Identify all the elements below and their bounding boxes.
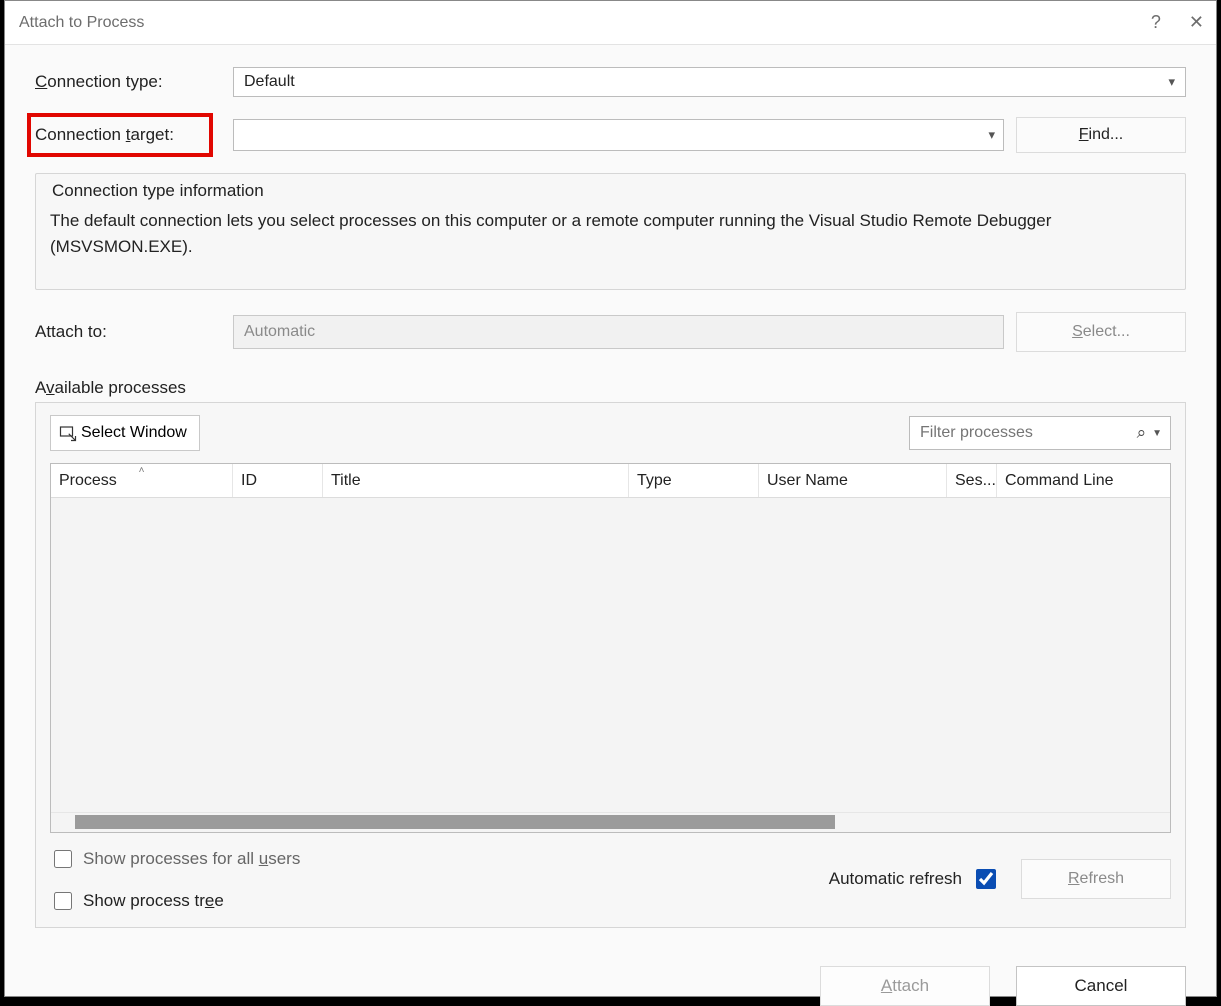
info-legend: Connection type information: [50, 181, 1171, 201]
dialog-buttons: Attach Cancel: [5, 960, 1216, 1006]
filter-processes-box[interactable]: ⌕ ▼: [909, 416, 1171, 450]
col-title[interactable]: Title: [323, 464, 629, 497]
automatic-refresh-label: Automatic refresh: [829, 869, 962, 889]
col-process[interactable]: Process ˄: [51, 464, 233, 497]
connection-target-combo[interactable]: ▾: [233, 119, 1004, 151]
table-body: [51, 498, 1170, 812]
col-command-line[interactable]: Command Line: [997, 464, 1170, 497]
automatic-refresh-checkbox[interactable]: [976, 869, 996, 889]
select-window-button[interactable]: Select Window: [50, 415, 200, 451]
show-process-tree-input[interactable]: [54, 892, 72, 910]
attach-to-process-dialog: Attach to Process ? ✕ Connection type: D…: [4, 0, 1217, 997]
filter-processes-input[interactable]: [918, 423, 1137, 443]
chevron-down-icon: ▾: [1168, 74, 1175, 90]
window-title: Attach to Process: [19, 14, 144, 32]
col-id[interactable]: ID: [233, 464, 323, 497]
attach-to-label: Attach to:: [35, 322, 233, 342]
table-header: Process ˄ ID Title Type User Name Ses...…: [51, 464, 1170, 498]
cancel-button[interactable]: Cancel: [1016, 966, 1186, 1006]
connection-target-label: Connection target:: [35, 113, 233, 157]
scrollbar-thumb[interactable]: [75, 815, 835, 829]
select-window-icon: [59, 424, 77, 442]
horizontal-scrollbar[interactable]: [51, 812, 1170, 832]
process-table[interactable]: Process ˄ ID Title Type User Name Ses...…: [50, 463, 1171, 833]
chevron-down-icon: ▾: [988, 127, 995, 143]
search-icon[interactable]: ⌕: [1137, 423, 1147, 443]
select-button[interactable]: Select...: [1016, 312, 1186, 352]
attach-to-field: Automatic: [233, 315, 1004, 349]
titlebar-controls: ? ✕: [1151, 12, 1204, 33]
sort-asc-icon: ˄: [139, 465, 145, 476]
attach-to-value: Automatic: [244, 323, 315, 341]
filter-dropdown-icon[interactable]: ▼: [1152, 428, 1162, 439]
refresh-button[interactable]: Refresh: [1021, 859, 1171, 899]
connection-type-info-group: Connection type information The default …: [35, 173, 1186, 290]
attach-button[interactable]: Attach: [820, 966, 990, 1006]
help-icon[interactable]: ?: [1151, 12, 1161, 33]
col-session[interactable]: Ses...: [947, 464, 997, 497]
close-icon[interactable]: ✕: [1189, 12, 1204, 33]
show-all-users-input[interactable]: [54, 850, 72, 868]
col-user-name[interactable]: User Name: [759, 464, 947, 497]
titlebar: Attach to Process ? ✕: [5, 1, 1216, 45]
col-type[interactable]: Type: [629, 464, 759, 497]
connection-type-label: Connection type:: [35, 72, 233, 92]
show-process-tree-checkbox[interactable]: Show process tree: [50, 889, 300, 913]
available-processes-group: Select Window ⌕ ▼ Process ˄ ID: [35, 402, 1186, 928]
connection-type-value: Default: [244, 73, 295, 91]
find-button[interactable]: Find...: [1016, 117, 1186, 153]
available-processes-label: Available processes: [35, 378, 1186, 398]
info-text: The default connection lets you select p…: [50, 208, 1171, 259]
connection-type-select[interactable]: Default ▾: [233, 67, 1186, 97]
show-all-users-checkbox[interactable]: Show processes for all users: [50, 847, 300, 871]
